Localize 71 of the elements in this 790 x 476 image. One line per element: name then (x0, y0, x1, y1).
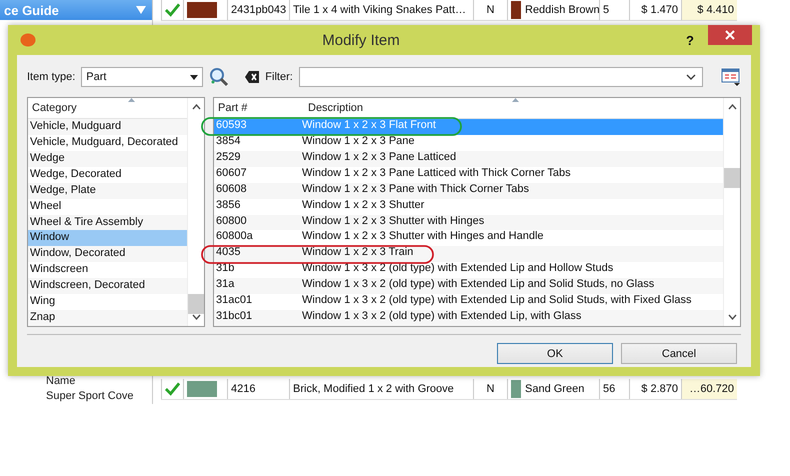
part-row[interactable]: 31b Window 1 x 3 x 2 (old type) with Extended Lip and Hollow Studs (214, 262, 723, 278)
category-item[interactable]: Wedge, Decorated (28, 166, 187, 183)
close-icon (725, 30, 735, 40)
table-cell: N (473, 379, 507, 399)
cancel-button[interactable]: Cancel (621, 343, 737, 364)
column-header[interactable]: Description (304, 102, 364, 114)
check-icon (165, 3, 180, 17)
table-cell: $ 4.410 (681, 0, 737, 20)
dropdown-icon (136, 6, 146, 14)
scroll-up-icon[interactable] (728, 104, 736, 110)
part-row[interactable]: 3854 Window 1 x 2 x 3 Pane (214, 134, 723, 151)
scroll-down-icon[interactable] (192, 314, 200, 320)
table-cell: N (473, 0, 507, 20)
part-row[interactable]: 60800a Window 1 x 2 x 3 Shutter with Hinges and Handle (214, 230, 723, 246)
part-thumbnail (187, 381, 217, 397)
check-icon (165, 382, 180, 396)
table-cell: Reddish Brown (525, 4, 599, 16)
category-item[interactable]: Wedge, Plate (28, 182, 187, 199)
part-row[interactable]: 2529 Window 1 x 2 x 3 Pane Latticed (214, 150, 723, 167)
category-item[interactable]: Vehicle, Mudguard, Decorated (28, 134, 187, 151)
help-button[interactable]: ? (686, 32, 694, 48)
category-item[interactable]: Window, Decorated (28, 246, 187, 262)
category-item[interactable]: Wing (28, 294, 187, 310)
part-row[interactable]: 31bc01 Window 1 x 3 x 2 (old type) with Extended Lip, with Glass (214, 310, 723, 326)
column-header[interactable]: Part # (214, 102, 304, 114)
close-button[interactable] (708, 25, 752, 45)
category-item[interactable]: Wheel (28, 198, 187, 215)
dropdown-icon (190, 74, 198, 80)
sort-icon (512, 98, 519, 102)
category-item[interactable]: Window (28, 230, 187, 246)
table-cell: Sand Green (525, 383, 584, 395)
field-label: Filter: (265, 71, 293, 83)
sort-icon (128, 98, 135, 102)
category-item[interactable]: Windscreen, Decorated (28, 278, 187, 294)
table-cell: 4216 (227, 379, 289, 399)
part-row[interactable]: 31ac01 Window 1 x 3 x 2 (old type) with Extended Lip and Solid Studs, with Fixed Glass (214, 294, 723, 310)
column-header[interactable]: Category (28, 102, 77, 114)
table-cell: Tile 1 x 4 with Viking Snakes Patt… (289, 0, 473, 20)
scroll-down-icon[interactable] (728, 314, 736, 320)
sidebar-item[interactable]: Super Sport Cove (0, 389, 152, 404)
part-row[interactable]: 60800 Window 1 x 2 x 3 Shutter with Hinges (214, 214, 723, 230)
table-cell: …60.720 (681, 379, 737, 399)
category-item[interactable]: Wheel & Tire Assembly (28, 214, 187, 230)
filter-field[interactable] (298, 67, 703, 87)
table-cell: 5 (599, 0, 629, 20)
search-icon[interactable] (209, 67, 230, 87)
scroll-up-icon[interactable] (192, 104, 200, 110)
field-label: Item type: (27, 71, 76, 83)
item-type-dropdown[interactable]: Part (81, 67, 204, 87)
table-cell: 56 (599, 379, 629, 399)
scroll-thumb[interactable] (188, 294, 204, 314)
sidebar-item[interactable]: Name (0, 374, 152, 389)
part-row[interactable]: 60607 Window 1 x 2 x 3 Pane Latticed with Thick Corner Tabs (214, 166, 723, 183)
part-row[interactable]: 3856 Window 1 x 2 x 3 Shutter (214, 198, 723, 215)
part-thumbnail (187, 2, 217, 18)
category-item[interactable]: Znap (28, 310, 187, 326)
category-item[interactable]: Wedge (28, 150, 187, 167)
part-row[interactable]: 31a Window 1 x 3 x 2 (old type) with Extended Lip and Solid Studs, no Glass (214, 278, 723, 294)
app-icon (20, 33, 36, 47)
category-item[interactable]: Vehicle, Mudguard (28, 119, 187, 135)
view-options-icon[interactable] (721, 68, 741, 86)
category-item[interactable]: Windscreen (28, 262, 187, 278)
table-cell: 2431pb043 (227, 0, 289, 20)
part-row[interactable]: 60608 Window 1 x 2 x 3 Pane with Thick Corner Tabs (214, 182, 723, 199)
part-row[interactable]: 4035 Window 1 x 2 x 3 Train (214, 246, 723, 262)
clear-icon[interactable] (245, 71, 260, 83)
dropdown-icon (686, 74, 696, 80)
ok-button[interactable]: OK (497, 343, 613, 364)
table-cell: Brick, Modified 1 x 2 with Groove (289, 379, 473, 399)
window-title: Modify Item (321, 32, 401, 48)
scroll-thumb[interactable] (724, 168, 740, 188)
